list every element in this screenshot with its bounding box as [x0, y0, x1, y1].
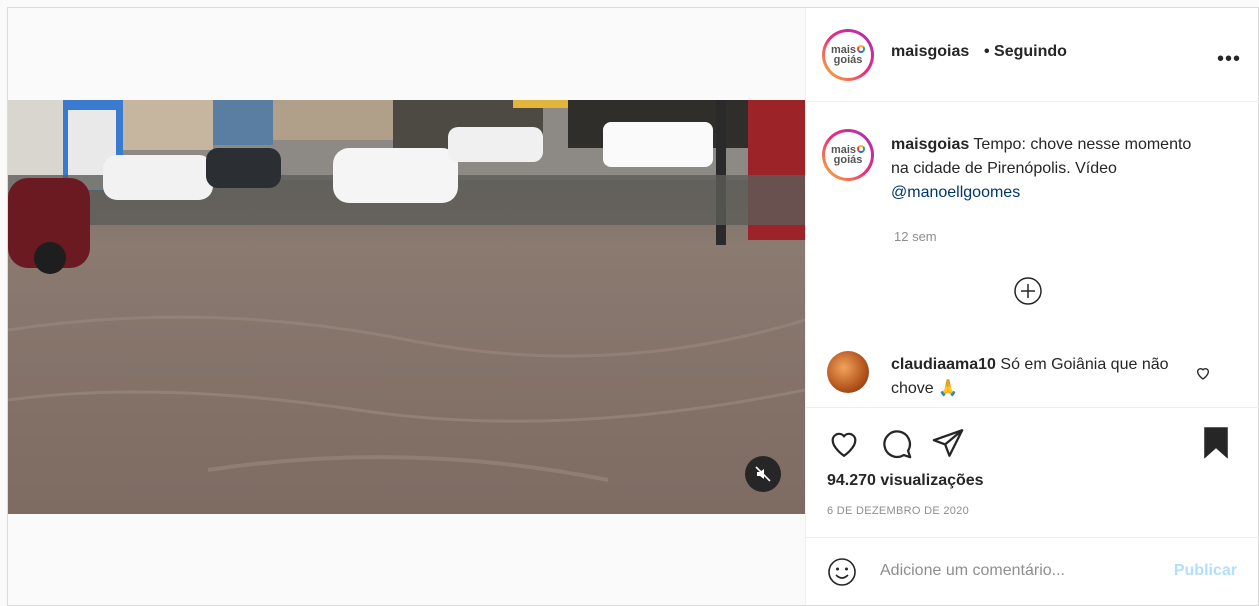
profile-avatar[interactable]: mais goiás	[822, 29, 874, 81]
post-date: 6 DE DEZEMBRO DE 2020	[827, 505, 970, 517]
heart-icon[interactable]	[827, 426, 861, 460]
instagram-post: mais goiás maisgoias • Seguindo ••• mais g…	[7, 7, 1259, 606]
bookmark-icon[interactable]	[1200, 426, 1232, 460]
mute-icon	[755, 466, 771, 482]
header-username[interactable]: maisgoias	[891, 43, 969, 61]
video-player[interactable]	[8, 100, 805, 514]
post-timestamp[interactable]: 12 sem	[894, 229, 937, 244]
plus-circle-icon[interactable]	[1013, 276, 1043, 306]
comments-section: mais goiás maisgoias Tempo: chove nesse m…	[806, 101, 1259, 407]
commenter-username[interactable]: claudiaama10	[891, 356, 996, 373]
post-header: mais goiás maisgoias • Seguindo •••	[806, 8, 1259, 102]
follow-status[interactable]: • Seguindo	[984, 43, 1067, 61]
video-frame	[8, 100, 805, 514]
commenter-avatar[interactable]	[827, 351, 869, 393]
mute-button[interactable]	[745, 456, 781, 492]
comment-like-icon[interactable]	[1195, 365, 1211, 381]
comment-item: claudiaama10 Só em Goiânia que não chove…	[891, 353, 1181, 401]
media-area	[8, 8, 805, 605]
brand-logo: mais goiás	[831, 45, 866, 66]
caption: maisgoias Tempo: chove nesse momento na …	[891, 133, 1211, 205]
comment-input[interactable]: Adicione um comentário...	[880, 562, 1065, 580]
view-count[interactable]: 94.270 visualizações	[827, 472, 984, 490]
more-icon[interactable]: •••	[1217, 48, 1241, 71]
caption-avatar[interactable]: mais goiás	[822, 129, 874, 181]
comment-icon[interactable]	[879, 426, 913, 460]
brand-logo: mais goiás	[831, 145, 866, 166]
action-bar: 94.270 visualizações 6 DE DEZEMBRO DE 20…	[806, 407, 1259, 538]
caption-username[interactable]: maisgoias	[891, 136, 969, 153]
emoji-icon[interactable]	[827, 557, 857, 587]
mention-link[interactable]: @manoellgoomes	[891, 184, 1020, 201]
share-icon[interactable]	[931, 426, 965, 460]
post-sidebar: mais goiás maisgoias • Seguindo ••• mais g…	[805, 8, 1259, 605]
add-comment-bar: Adicione um comentário... Publicar	[806, 537, 1259, 606]
publish-button[interactable]: Publicar	[1174, 562, 1237, 580]
